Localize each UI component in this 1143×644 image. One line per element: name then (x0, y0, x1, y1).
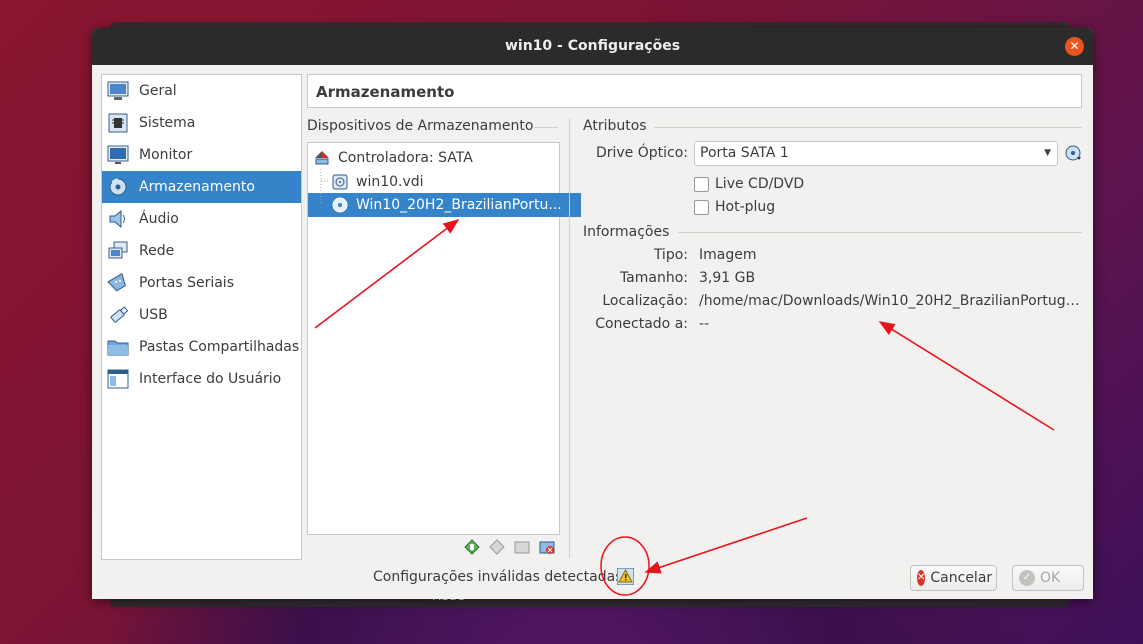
cancel-button[interactable]: ✕ Cancelar (910, 565, 997, 591)
remove-attachment-button[interactable] (539, 539, 555, 555)
sidebar-item-usb[interactable]: USB (102, 299, 301, 331)
sidebar-item-label: Áudio (139, 211, 179, 227)
choose-disk-button[interactable] (1064, 144, 1082, 162)
group-divider (534, 127, 558, 128)
optical-label: Win10_20H2_BrazilianPortu... (356, 197, 562, 213)
disk-label: win10.vdi (356, 174, 424, 190)
sidebar-item-portas-seriais[interactable]: Portas Seriais (102, 267, 301, 299)
close-icon: ✕ (1069, 39, 1080, 53)
type-label: Tipo: (653, 247, 688, 263)
type-value: Imagem (699, 247, 757, 263)
sidebar-item-armazenamento[interactable]: Armazenamento (102, 171, 301, 203)
ok-label: OK (1040, 570, 1061, 586)
hot-plug-label: Hot-plug (715, 199, 776, 215)
sidebar-item-audio[interactable]: Áudio (102, 203, 301, 235)
sidebar-item-sistema[interactable]: Sistema (102, 107, 301, 139)
monitor-icon (107, 144, 129, 166)
controller-icon (314, 150, 330, 166)
disc-menu-icon (1065, 145, 1081, 161)
storage-icon (107, 176, 129, 198)
add-controller-icon (464, 539, 480, 555)
storage-devices-group-title: Dispositivos de Armazenamento (307, 118, 534, 134)
ui-window-icon (107, 368, 129, 390)
hard-disk-icon (332, 174, 348, 190)
info-group-title: Informações (583, 224, 670, 240)
chip-icon (107, 112, 129, 134)
storage-tree[interactable]: Controladora: SATA win10.vdi Win10_20H2_… (307, 142, 581, 535)
serial-port-icon (107, 272, 129, 294)
size-value: 3,91 GB (699, 270, 756, 286)
live-cd-checkbox-box[interactable] (694, 176, 709, 192)
sidebar-item-label: Pastas Compartilhadas (139, 339, 300, 355)
controller-label: Controladora: SATA (338, 150, 473, 166)
title-bar[interactable]: win10 - Configurações ✕ (92, 28, 1093, 65)
hot-plug-checkbox[interactable]: Hot-plug (694, 199, 775, 215)
live-cd-label: Live CD/DVD (715, 176, 805, 192)
sidebar-item-pastas-compartilhadas[interactable]: Pastas Compartilhadas (102, 331, 301, 363)
folder-icon (107, 336, 129, 358)
network-icon (107, 240, 129, 262)
attached-value: -- (699, 316, 710, 332)
general-icon (107, 80, 129, 102)
sidebar-item-geral[interactable]: Geral (102, 75, 301, 107)
drive-select-value: Porta SATA 1 (700, 145, 789, 161)
location-label: Localização: (602, 293, 688, 309)
chevron-down-icon: ▼ (1044, 148, 1051, 158)
drive-select[interactable]: Porta SATA 1 ▼ (694, 141, 1058, 166)
close-button[interactable]: ✕ (1065, 37, 1084, 56)
window-title: win10 - Configurações (504, 38, 681, 54)
location-value: /home/mac/Downloads/Win10_20H2_Brazilian… (699, 293, 1080, 309)
attributes-group-title: Atributos (583, 118, 647, 134)
sidebar-item-label: Interface do Usuário (139, 371, 282, 387)
tree-item-controller[interactable]: Controladora: SATA (308, 146, 563, 170)
page-title: Armazenamento (307, 74, 1082, 108)
sidebar-item-interface-do-usuario[interactable]: Interface do Usuário (102, 363, 301, 395)
remove-controller-icon (489, 539, 505, 555)
cancel-label: Cancelar (930, 570, 993, 586)
sidebar-item-label: Sistema (139, 115, 196, 131)
live-cd-checkbox[interactable]: Live CD/DVD (694, 176, 804, 192)
remove-controller-button[interactable] (489, 539, 505, 555)
tree-connector-lines (320, 169, 330, 205)
ok-icon: ✓ (1019, 570, 1035, 586)
drive-label: Drive Óptico: (595, 145, 688, 161)
invalid-settings-status: Configurações inválidas detectadas (373, 569, 623, 585)
tree-item-optical[interactable]: Win10_20H2_BrazilianPortu... (308, 193, 581, 217)
add-attachment-icon (514, 541, 530, 554)
sidebar-item-label: USB (139, 307, 168, 323)
sidebar-item-label: Geral (139, 83, 177, 99)
warning-icon[interactable] (616, 567, 635, 586)
settings-dialog: win10 - Configurações ✕ Geral Sistema Mo… (92, 28, 1093, 599)
sidebar-item-rede[interactable]: Rede (102, 235, 301, 267)
settings-sidebar: Geral Sistema Monitor Armazenamento Áudi… (101, 74, 302, 560)
sidebar-item-label: Portas Seriais (139, 275, 234, 291)
sidebar-item-label: Rede (139, 243, 175, 259)
speaker-icon (107, 208, 129, 230)
tree-item-disk[interactable]: win10.vdi (308, 170, 581, 194)
add-controller-button[interactable] (464, 539, 480, 555)
attached-label: Conectado a: (595, 316, 688, 332)
size-label: Tamanho: (619, 270, 688, 286)
ok-button[interactable]: ✓ OK (1012, 565, 1084, 591)
sidebar-item-label: Armazenamento (139, 179, 255, 195)
hot-plug-checkbox-box[interactable] (694, 199, 709, 215)
add-attachment-button[interactable] (514, 539, 530, 555)
sidebar-item-label: Monitor (139, 147, 193, 163)
optical-disc-icon (332, 197, 348, 213)
group-divider (654, 127, 1082, 128)
remove-attachment-icon (539, 541, 555, 554)
panel-splitter[interactable] (569, 118, 570, 558)
usb-icon (107, 304, 129, 326)
sidebar-item-monitor[interactable]: Monitor (102, 139, 301, 171)
group-divider (678, 232, 1082, 233)
cancel-icon: ✕ (917, 570, 926, 586)
